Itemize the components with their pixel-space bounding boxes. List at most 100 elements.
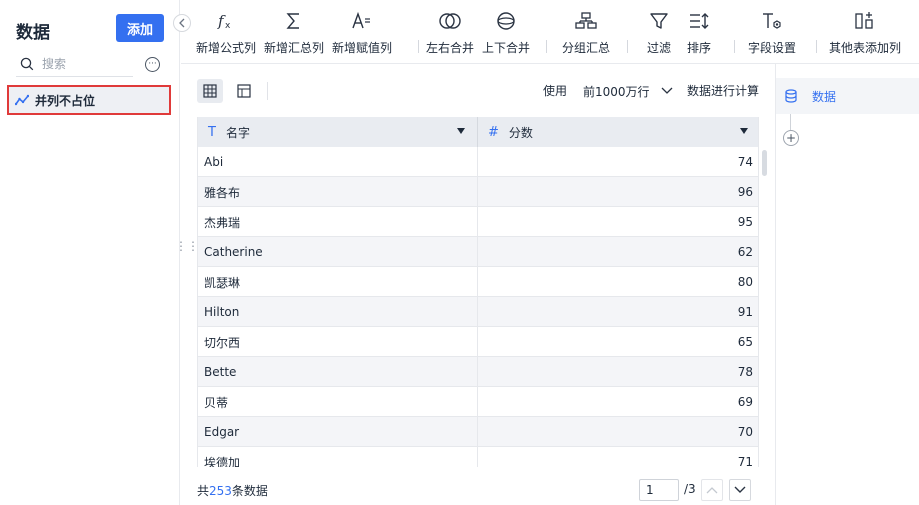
toolbar-divider	[546, 40, 547, 53]
layout-view-button[interactable]	[231, 79, 257, 103]
cell-score[interactable]: 71	[478, 447, 758, 467]
toolbar-divider	[627, 40, 628, 53]
more-options-icon[interactable]: ···	[145, 57, 160, 72]
cell-name[interactable]: Hilton	[198, 297, 478, 327]
line-chart-icon	[15, 94, 29, 106]
search-input[interactable]: 搜索	[16, 51, 133, 77]
caret-down-icon[interactable]	[457, 128, 465, 134]
row-count-number: 253	[209, 484, 232, 498]
number-type-icon: #	[488, 124, 499, 140]
cell-score[interactable]: 80	[478, 267, 758, 297]
sidebar-item-binglie[interactable]: 并列不占位	[7, 85, 171, 115]
cell-name[interactable]: 雅各布	[198, 177, 478, 207]
prev-page-button[interactable]	[701, 479, 723, 501]
table-row[interactable]: Edgar 70	[198, 417, 758, 447]
toolbar-divider	[816, 40, 817, 53]
add-formula-column-button[interactable]: fx 新增公式列	[196, 8, 256, 58]
cell-name[interactable]: 杰弗瑞	[198, 207, 478, 237]
add-button[interactable]: 添加	[116, 14, 164, 42]
cell-score[interactable]: 69	[478, 387, 758, 417]
table-row[interactable]: Abi 74	[198, 147, 758, 177]
column-header-name[interactable]: T 名字	[198, 117, 478, 147]
merge-horizontal-button[interactable]: 左右合并	[426, 8, 474, 58]
caret-down-icon[interactable]	[740, 128, 748, 134]
cell-score[interactable]: 91	[478, 297, 758, 327]
cell-name[interactable]: 切尔西	[198, 327, 478, 357]
toolbar-label: 字段设置	[748, 41, 797, 55]
table-row[interactable]: Catherine 62	[198, 237, 758, 267]
chevron-down-icon	[734, 486, 746, 493]
formula-icon: fx	[216, 8, 236, 34]
add-step-button[interactable]: +	[783, 130, 799, 146]
cell-name[interactable]: Edgar	[198, 417, 478, 447]
table-row[interactable]: 凯瑟琳 80	[198, 267, 758, 297]
resize-handle-icon[interactable]: ⋮⋮	[175, 240, 199, 260]
page-number-input[interactable]: 1	[639, 479, 679, 501]
use-label: 使用	[543, 84, 568, 98]
sort-button[interactable]: 排序	[687, 8, 711, 58]
cell-name[interactable]: Bette	[198, 357, 478, 387]
filter-button[interactable]: 过滤	[647, 8, 671, 58]
merge-vertical-button[interactable]: 上下合并	[482, 8, 530, 58]
table-row[interactable]: Bette 78	[198, 357, 758, 387]
toolbar-label: 过滤	[647, 41, 672, 55]
merge-vertical-icon	[496, 8, 516, 34]
flow-node-label: 数据	[812, 89, 837, 104]
column-title: 名字	[225, 125, 250, 140]
row-count-prefix: 共	[197, 484, 210, 498]
cell-name[interactable]: 贝蒂	[198, 387, 478, 417]
sort-icon	[688, 8, 710, 34]
add-summary-column-button[interactable]: 新增汇总列	[264, 8, 324, 58]
page-total: /3	[684, 482, 696, 496]
group-summary-icon	[575, 8, 597, 34]
cell-score[interactable]: 96	[478, 177, 758, 207]
table-row[interactable]: 埃德加 71	[198, 447, 758, 467]
cell-score[interactable]: 74	[478, 147, 758, 177]
table-row[interactable]: 切尔西 65	[198, 327, 758, 357]
column-header-score[interactable]: # 分数	[478, 117, 758, 147]
search-placeholder: 搜索	[42, 57, 67, 71]
svg-text:x: x	[225, 21, 231, 31]
chevron-down-icon	[661, 87, 673, 94]
filter-icon	[650, 8, 668, 34]
divider	[267, 82, 268, 100]
next-page-button[interactable]	[729, 479, 751, 501]
row-limit-select[interactable]: 前1000万行	[576, 78, 677, 104]
field-settings-button[interactable]: 字段设置	[748, 8, 796, 58]
add-assign-column-button[interactable]: 新增赋值列	[332, 8, 392, 58]
assign-icon	[351, 8, 373, 34]
group-summary-button[interactable]: 分组汇总	[562, 8, 610, 58]
table-row[interactable]: 杰弗瑞 95	[198, 207, 758, 237]
table-scrollbar[interactable]	[762, 150, 767, 176]
cell-score[interactable]: 62	[478, 237, 758, 267]
toolbar-label: 新增汇总列	[264, 41, 325, 55]
cell-name[interactable]: Abi	[198, 147, 478, 177]
toolbar-label: 新增赋值列	[332, 41, 393, 55]
flow-connector	[790, 114, 791, 130]
sidebar: 数据 添加 搜索 ··· 并列不占位	[0, 0, 180, 505]
cell-score[interactable]: 95	[478, 207, 758, 237]
cell-name[interactable]: 埃德加	[198, 447, 478, 467]
toolbar-label: 上下合并	[482, 41, 531, 55]
add-column-from-other-table-button[interactable]: 其他表添加列	[829, 8, 901, 58]
flow-node-data[interactable]: 数据	[776, 78, 919, 114]
toolbar-label: 其他表添加列	[829, 41, 902, 55]
toolbar-divider	[734, 40, 735, 53]
cell-score[interactable]: 78	[478, 357, 758, 387]
toolbar-label: 左右合并	[426, 41, 475, 55]
merge-horizontal-icon	[438, 8, 462, 34]
cell-name[interactable]: Catherine	[198, 237, 478, 267]
cell-name[interactable]: 凯瑟琳	[198, 267, 478, 297]
row-limit-value: 前1000万行	[583, 84, 650, 99]
table-row[interactable]: 贝蒂 69	[198, 387, 758, 417]
table-view-button[interactable]	[197, 79, 223, 103]
cell-score[interactable]: 70	[478, 417, 758, 447]
table-body: Abi 74 雅各布 96 杰弗瑞 95 Catherine 62 凯瑟琳 80 Hilt…	[198, 147, 758, 467]
cell-score[interactable]: 65	[478, 327, 758, 357]
table-row[interactable]: 雅各布 96	[198, 177, 758, 207]
table-row[interactable]: Hilton 91	[198, 297, 758, 327]
add-column-icon	[854, 8, 876, 34]
row-count-suffix: 条数据	[231, 484, 268, 498]
toolbar-label: 新增公式列	[196, 41, 257, 55]
layout-icon	[237, 84, 251, 98]
